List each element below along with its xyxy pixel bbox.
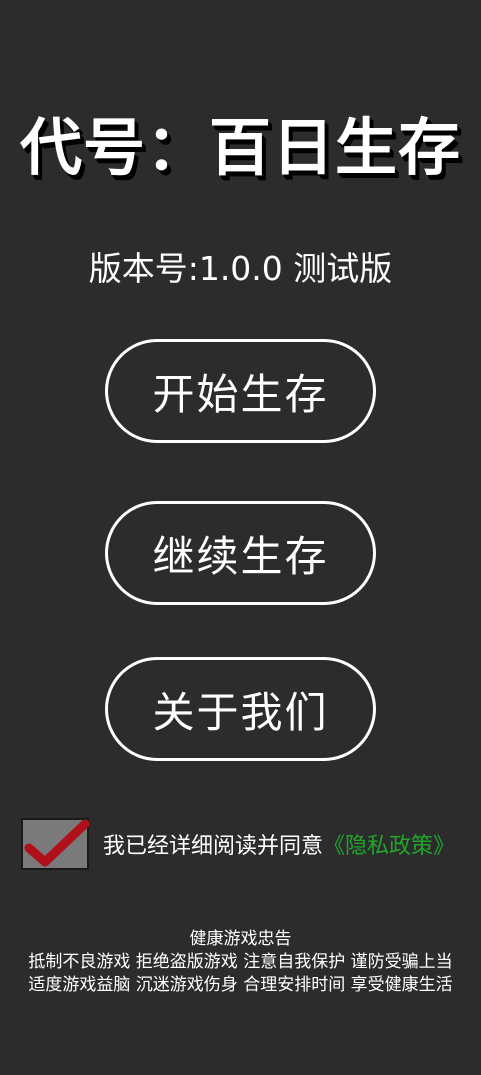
about-us-label: 关于我们	[152, 687, 329, 737]
start-survival-label: 开始生存	[152, 369, 329, 419]
checkmark-icon	[24, 819, 90, 867]
version-label: 版本号:1.0.0 测试版	[88, 249, 393, 288]
continue-survival-button[interactable]: 继续生存	[105, 501, 376, 605]
health-notice-line-1: 抵制不良游戏 拒绝盗版游戏 注意自我保护 谨防受骗上当	[28, 952, 453, 972]
start-survival-button[interactable]: 开始生存	[105, 339, 376, 443]
privacy-agreement-row: 我已经详细阅读并同意 《隐私政策》	[21, 818, 455, 870]
agreement-checkbox[interactable]	[21, 818, 90, 870]
agreement-text: 我已经详细阅读并同意	[103, 834, 324, 859]
about-us-button[interactable]: 关于我们	[105, 657, 376, 761]
privacy-policy-link[interactable]: 《隐私政策》	[323, 828, 455, 860]
health-notice-title: 健康游戏忠告	[189, 929, 292, 949]
game-title: 代号：百日生存	[19, 111, 461, 184]
health-game-notice: 健康游戏忠告 抵制不良游戏 拒绝盗版游戏 注意自我保护 谨防受骗上当 适度游戏益…	[0, 928, 481, 997]
continue-survival-label: 继续生存	[152, 531, 329, 581]
health-notice-line-2: 适度游戏益脑 沉迷游戏伤身 合理安排时间 享受健康生活	[28, 975, 453, 995]
